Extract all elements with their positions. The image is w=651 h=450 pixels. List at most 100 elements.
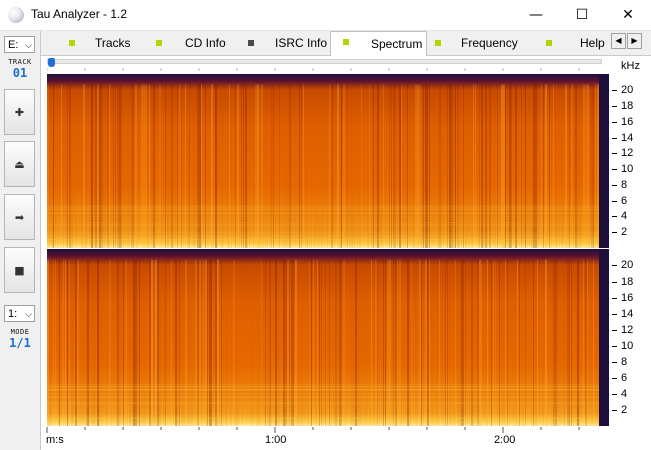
spectrogram-column <box>313 259 314 426</box>
frequency-tick-mark <box>612 184 617 186</box>
add-button[interactable]: ✚ <box>4 89 35 135</box>
spectrogram-column <box>185 259 187 426</box>
minimize-button[interactable]: — <box>513 0 559 30</box>
frequency-tick-label: 6 <box>621 194 628 207</box>
spectrogram-column <box>405 259 406 426</box>
spectrogram-column <box>523 259 524 426</box>
spectrogram-column <box>151 259 153 426</box>
spectrogram-column <box>427 259 429 426</box>
tab-frequency[interactable]: Frequency <box>428 33 525 54</box>
spectrogram-column <box>235 259 237 426</box>
spectrogram-column <box>385 259 386 426</box>
left-panel: E: ⌵ TRACK 01 ✚ ⏏ ➡ ■ 1: ⌵ MODE 1/1 <box>0 31 41 450</box>
spectrogram-column <box>589 259 590 426</box>
spectrogram-column <box>419 259 421 426</box>
spectrogram-column <box>425 259 427 426</box>
spectrogram-column <box>347 259 348 426</box>
spectrogram-column <box>369 259 371 426</box>
spectrogram-column <box>57 259 59 426</box>
spectrogram-column <box>527 259 528 426</box>
spectrogram-column <box>189 259 191 426</box>
spectrogram-column <box>107 259 109 426</box>
spectrogram-column <box>469 259 470 426</box>
frequency-tick-label: 14 <box>621 307 634 320</box>
spectrogram-harmonic <box>47 219 602 221</box>
drive-select[interactable]: E: ⌵ <box>4 36 35 53</box>
position-slider-thumb[interactable] <box>48 58 55 67</box>
tab-scroll-right-button[interactable]: ▶ <box>627 33 642 49</box>
frequency-tick-mark <box>612 345 617 347</box>
spectrogram-column <box>455 259 456 426</box>
spectrogram-column <box>247 259 248 426</box>
spectrogram-column <box>281 259 282 426</box>
spectrogram-column <box>51 259 52 426</box>
spectrogram-column <box>465 259 466 426</box>
spectrogram-column <box>339 259 341 426</box>
tab-tracks[interactable]: Tracks <box>49 33 135 54</box>
spectrum-view: kHz 20 18 16 14 12 10 8 6 4 2 20 18 16 14 12 10 8 6 4 2 m:… <box>41 56 651 450</box>
spectrogram-column <box>113 259 114 426</box>
eject-icon: ⏏ <box>14 157 25 171</box>
stop-button[interactable]: ■ <box>4 247 35 293</box>
time-tick-label: 2:00 <box>494 434 516 446</box>
maximize-button[interactable]: ☐ <box>559 0 605 30</box>
spectrogram-column <box>97 259 99 426</box>
spectrogram-column <box>547 259 548 426</box>
spectrogram-column <box>351 259 353 426</box>
tab-isrc-info[interactable]: ISRC Info <box>233 33 329 54</box>
spectrogram-harmonic <box>47 386 602 388</box>
maximize-icon: ☐ <box>575 7 589 23</box>
tab-spectrum[interactable]: Spectrum <box>330 31 427 56</box>
spectrogram-column <box>203 259 204 426</box>
spectrogram-column <box>363 259 365 426</box>
spectrogram-column <box>177 259 179 426</box>
tab-cd-info[interactable]: CD Info <box>136 33 232 54</box>
spectrogram-column <box>165 259 166 426</box>
spectrogram-column <box>575 259 577 426</box>
spectrogram-column <box>283 259 285 426</box>
spectrogram-column <box>441 259 443 426</box>
spectrogram-column <box>225 259 227 426</box>
frequency-tick-label: 4 <box>621 210 628 223</box>
spectrogram-harmonic <box>47 402 602 404</box>
spectrogram-column <box>149 259 151 426</box>
spectrogram-harmonic <box>47 225 602 227</box>
spectrogram-column <box>525 259 526 426</box>
position-slider[interactable] <box>47 59 602 64</box>
tab-help[interactable]: Help <box>526 33 608 54</box>
spectrogram-column <box>65 259 66 426</box>
spectrogram-column <box>585 259 587 426</box>
tab-label: CD Info <box>185 36 226 50</box>
spectrogram-column <box>319 259 320 426</box>
spectrogram-channel-1 <box>47 74 602 248</box>
frequency-tick-mark <box>612 153 617 155</box>
spectrogram-column <box>307 259 309 426</box>
spectrogram-column <box>449 259 451 426</box>
spectrogram-harmonic <box>47 384 602 386</box>
status-led-icon <box>69 40 75 46</box>
status-led-icon <box>435 40 441 46</box>
spectrogram-column <box>243 259 244 426</box>
spectrogram-column <box>555 259 557 426</box>
spectrogram-column <box>287 259 289 426</box>
spectrogram-column <box>539 259 540 426</box>
spectrogram-column <box>437 259 439 426</box>
spectrogram-column <box>59 259 60 426</box>
spectrogram-harmonic <box>47 217 602 219</box>
spectrogram-column <box>453 259 455 426</box>
close-button[interactable]: ✕ <box>605 0 651 30</box>
tab-scroll-left-button[interactable]: ◀ <box>611 33 626 49</box>
spectrogram-column <box>79 259 81 426</box>
spectrogram-column <box>71 259 73 426</box>
spectrogram-column <box>201 259 202 426</box>
mode-select[interactable]: 1: ⌵ <box>4 305 35 322</box>
frequency-tick-label: 6 <box>621 371 628 384</box>
spectrogram-column <box>519 259 520 426</box>
eject-button[interactable]: ⏏ <box>4 141 35 187</box>
play-button[interactable]: ➡ <box>4 194 35 240</box>
frequency-tick-label: 16 <box>621 291 634 304</box>
spectrogram-column <box>311 259 312 426</box>
spectrogram-column <box>93 259 95 426</box>
spectrogram-column <box>549 259 550 426</box>
spectrogram-column <box>99 259 101 426</box>
